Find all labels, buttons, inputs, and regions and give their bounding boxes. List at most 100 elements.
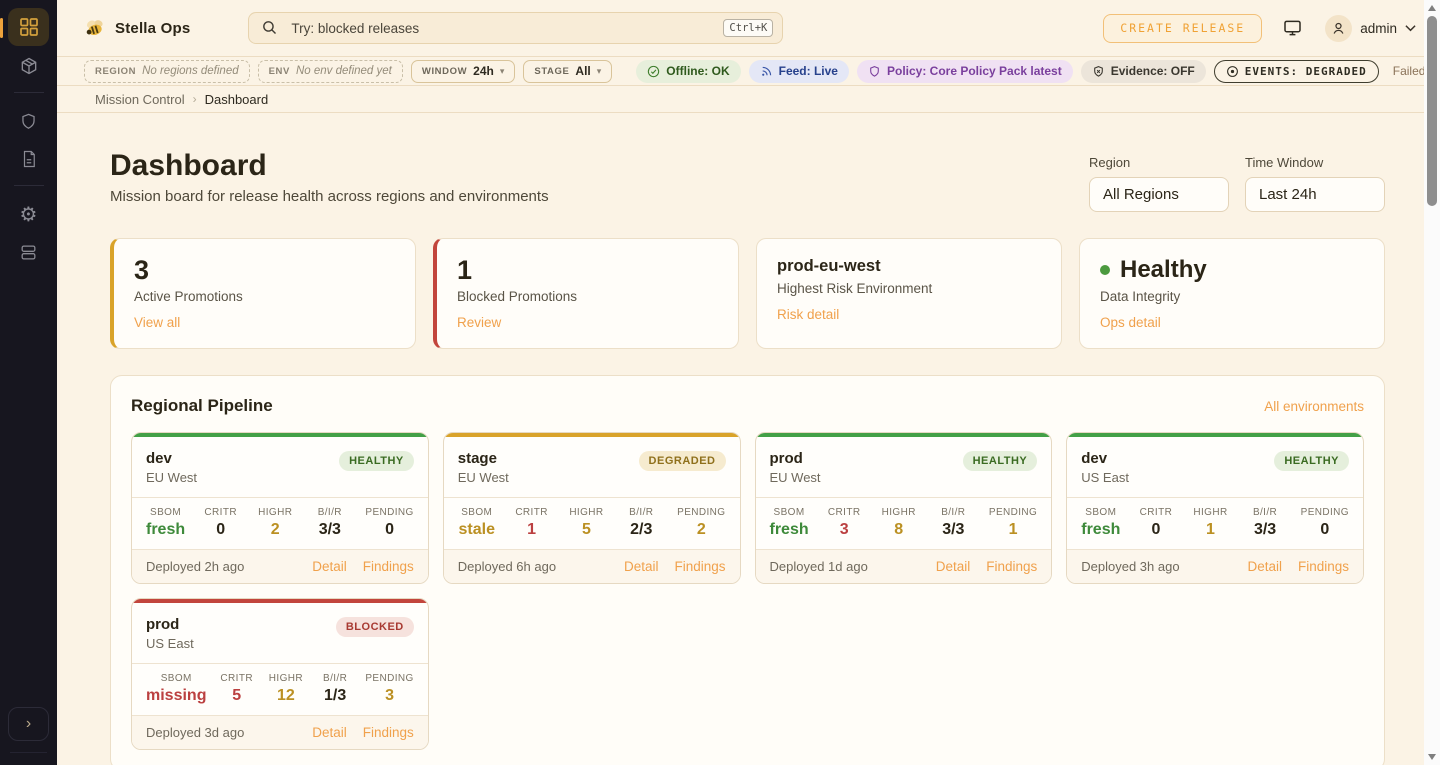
stage-filter-chip[interactable]: STAGE All ▾ [523,60,612,83]
console-button[interactable] [1282,18,1303,38]
record-circle-icon [1226,65,1239,78]
keyboard-shortcut-badge: Ctrl+K [723,19,773,37]
deployed-text: Deployed 2h ago [146,559,244,574]
main-content: Dashboard Mission board for release heal… [57,113,1440,765]
stat-card-data-integrity: Healthy Data Integrity Ops detail [1079,238,1385,349]
scroll-up-arrow[interactable] [1428,5,1436,11]
metric-value: 1 [1206,521,1215,539]
detail-link[interactable]: Detail [1247,559,1282,574]
env-region: EU West [770,469,821,487]
scroll-down-arrow[interactable] [1428,754,1436,760]
metric-value: 0 [216,521,225,539]
shield-off-icon [1092,65,1105,78]
pipeline-card-dev-eu-west: dev EU West HEALTHY SBOMfresh CRITR0 HIG… [131,432,429,584]
events-status-pill[interactable]: EVENTS: DEGRADED [1214,60,1379,83]
stat-title: Healthy [1120,255,1207,285]
server-stack-icon [19,243,38,262]
env-name: prod [770,449,821,468]
region-filter-chip[interactable]: REGION No regions defined [84,60,250,83]
stat-label: Blocked Promotions [457,288,718,306]
metric-value: 2 [271,521,280,539]
metric-value: 5 [232,687,241,705]
deployed-text: Deployed 3d ago [146,725,244,740]
active-nav-indicator [0,18,3,38]
sidebar: ⚙ › [0,0,57,765]
env-region: EU West [458,469,509,487]
chevron-down-icon: ▾ [597,66,602,77]
user-menu[interactable]: admin [1325,15,1416,42]
sidebar-item-documents[interactable] [8,141,49,177]
sidebar-divider [14,92,44,93]
region-select-label: Region [1089,155,1229,170]
findings-link[interactable]: Findings [363,725,414,740]
gear-icon: ⚙ [20,204,38,224]
region-select[interactable]: All Regions [1089,177,1229,212]
scrollbar-thumb[interactable] [1427,16,1437,206]
metric-value: 0 [385,521,394,539]
findings-link[interactable]: Findings [674,559,725,574]
stat-card-blocked-promotions: 1 Blocked Promotions Review [433,238,739,349]
sidebar-item-security[interactable] [8,103,49,139]
page-title: Dashboard [110,147,549,185]
metric-value: 12 [277,687,295,705]
page-subtitle: Mission board for release health across … [110,185,549,209]
brand[interactable]: Stella Ops [84,18,190,38]
offline-status-pill[interactable]: Offline: OK [636,60,740,83]
detail-link[interactable]: Detail [624,559,659,574]
findings-link[interactable]: Findings [986,559,1037,574]
sidebar-item-settings[interactable]: ⚙ [8,196,49,232]
env-region: US East [1081,469,1129,487]
search-input[interactable] [248,12,783,44]
metric-value: 5 [582,521,591,539]
status-badge: BLOCKED [336,617,414,637]
global-search: Ctrl+K [248,12,783,44]
pipeline-card-prod-us-east: prod US East BLOCKED SBOMmissing CRITR5 … [131,598,429,750]
view-all-link[interactable]: View all [134,314,180,332]
breadcrumb-parent[interactable]: Mission Control [95,92,185,107]
document-icon [20,150,38,168]
risk-detail-link[interactable]: Risk detail [777,306,839,324]
detail-link[interactable]: Detail [312,725,347,740]
package-icon [19,56,39,76]
window-filter-chip[interactable]: WINDOW 24h ▾ [411,60,516,83]
pipeline-card-dev-us-east: dev US East HEALTHY SBOMfresh CRITR0 HIG… [1066,432,1364,584]
health-dot-icon [1100,265,1110,275]
sidebar-divider [14,185,44,186]
chevron-right-icon: › [26,715,31,733]
env-name: prod [146,615,194,634]
time-window-select-label: Time Window [1245,155,1385,170]
findings-link[interactable]: Findings [1298,559,1349,574]
stat-label: Highest Risk Environment [777,280,1041,298]
sidebar-item-dashboard[interactable] [8,8,49,46]
context-bar: REGION No regions defined ENV No env def… [57,57,1440,86]
detail-link[interactable]: Detail [312,559,347,574]
env-filter-chip[interactable]: ENV No env defined yet [258,60,403,83]
vertical-scrollbar[interactable] [1424,0,1440,765]
sidebar-item-infrastructure[interactable] [8,234,49,270]
detail-link[interactable]: Detail [936,559,971,574]
sidebar-item-packages[interactable] [8,48,49,84]
metric-value: 3/3 [319,521,341,539]
metric-value: 2/3 [630,521,652,539]
metric-value: fresh [146,521,185,539]
findings-link[interactable]: Findings [363,559,414,574]
review-link[interactable]: Review [457,314,501,332]
create-release-button[interactable]: CREATE RELEASE [1103,14,1262,43]
pipeline-card-prod-eu-west: prod EU West HEALTHY SBOMfresh CRITR3 HI… [755,432,1053,584]
all-environments-link[interactable]: All environments [1264,399,1364,414]
metric-value: missing [146,687,206,705]
monitor-icon [1282,18,1303,38]
time-window-select[interactable]: Last 24h [1245,177,1385,212]
search-icon [261,19,278,36]
ops-detail-link[interactable]: Ops detail [1100,314,1161,332]
feed-status-pill[interactable]: Feed: Live [749,60,849,83]
stat-card-highest-risk-env: prod-eu-west Highest Risk Environment Ri… [756,238,1062,349]
pipeline-title: Regional Pipeline [131,396,273,416]
user-name: admin [1360,21,1397,36]
shield-icon [19,112,38,131]
status-badge: HEALTHY [963,451,1038,471]
sidebar-expand-button[interactable]: › [8,707,49,741]
deployed-text: Deployed 3h ago [1081,559,1179,574]
policy-status-pill[interactable]: Policy: Core Policy Pack latest [857,60,1073,83]
evidence-status-pill[interactable]: Evidence: OFF [1081,60,1206,83]
